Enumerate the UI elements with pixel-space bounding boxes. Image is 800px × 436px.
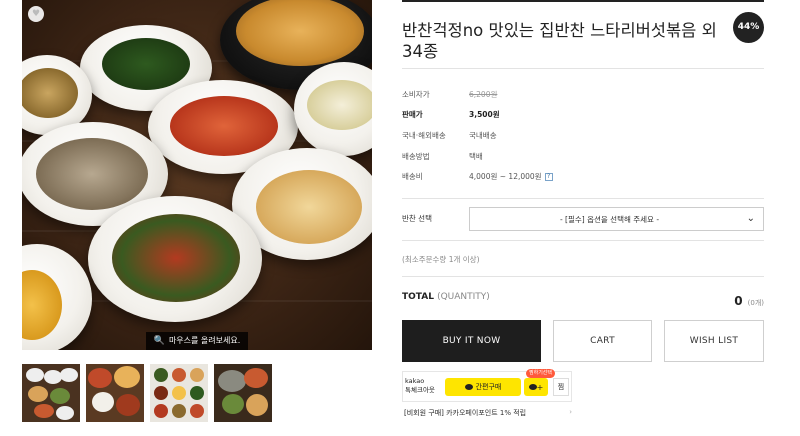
total-amount: 0 (0개): [680, 290, 764, 309]
option-select[interactable]: - [필수] 옵션을 선택해 주세요 - ⌄: [469, 207, 764, 231]
thumbnail-4[interactable]: [214, 364, 272, 422]
option-select-value: - [필수] 옵션을 선택해 주세요 -: [559, 214, 660, 224]
shipping-fee-value: 4,000원 ~ 12,000원: [469, 172, 542, 181]
divider: [402, 276, 764, 277]
shipping-fee: 4,000원 ~ 12,000원?: [469, 171, 553, 182]
top-divider: [402, 0, 764, 2]
zoom-hint: 🔍 마우스를 올려보세요.: [146, 332, 248, 350]
thumbnail-strip: [22, 364, 272, 422]
sale-price: 3,500원: [469, 110, 500, 119]
member-promo-prefix: [비회원 구매]: [404, 409, 444, 417]
kakao-wish-plus: +: [536, 382, 544, 392]
min-order-note: (최소주문수량 1개 이상): [402, 255, 480, 264]
wish-list-button[interactable]: WISH LIST: [664, 320, 764, 362]
divider: [402, 198, 764, 199]
total-value: 0: [734, 294, 743, 308]
kakao-wish-button[interactable]: +: [524, 378, 548, 396]
chat-bubble-icon: [464, 384, 473, 390]
divider: [402, 68, 764, 69]
spec-label: 배송비: [402, 172, 423, 181]
chevron-down-icon: ⌄: [746, 213, 755, 224]
kakao-pay-label: 간편구매: [475, 383, 502, 391]
chevron-right-icon: ›: [569, 408, 572, 416]
consumer-price: 6,200원: [469, 90, 498, 99]
thumbnail-1[interactable]: [22, 364, 80, 422]
thumbnail-2[interactable]: [86, 364, 144, 422]
spec-label: 배송방법: [402, 152, 430, 161]
option-label: 반찬 선택: [402, 214, 432, 223]
magnifier-icon: 🔍: [153, 336, 165, 346]
zoom-hint-text: 마우스를 올려보세요.: [168, 336, 241, 345]
spec-label: 판매가: [402, 110, 423, 119]
divider: [402, 240, 764, 241]
total-count: (0개): [747, 299, 764, 307]
kakao-brand-name: kakao: [405, 377, 425, 385]
thumbnail-3[interactable]: [150, 364, 208, 422]
member-promo[interactable]: [비회원 구매] 카카오페이포인트 1% 적립 ›: [404, 408, 572, 418]
total-label: TOTAL (QUANTITY): [402, 292, 490, 302]
buy-now-button[interactable]: BUY IT NOW: [402, 320, 541, 362]
kakao-checkout: kakao 톡체크아웃 간편구매 찜하기선택 + 찜: [402, 369, 572, 402]
kakao-wish-tag: 찜하기선택: [526, 369, 556, 378]
product-title: 반찬걱정no 맛있는 집반찬 느타리버섯볶음 외 34종: [402, 21, 717, 61]
chat-bubble-icon: [528, 384, 537, 390]
spec-label: 국내·해외배송: [402, 131, 446, 140]
spec-label: 소비자가: [402, 90, 430, 99]
total-label-text: TOTAL: [402, 292, 434, 302]
product-main-image[interactable]: ♥ 🔍 마우스를 올려보세요.: [22, 0, 372, 350]
kakao-pay-button[interactable]: 간편구매: [445, 378, 521, 396]
total-qty-label: (QUANTITY): [437, 292, 490, 302]
shipping-region: 국내배송: [469, 131, 497, 140]
member-promo-text: 카카오페이포인트 1% 적립: [443, 409, 527, 417]
kakao-brand-sub: 톡체크아웃: [405, 386, 435, 394]
cart-button[interactable]: CART: [553, 320, 652, 362]
discount-badge: 44%: [733, 12, 764, 43]
help-icon[interactable]: ?: [544, 173, 553, 181]
kakao-zzim-button[interactable]: 찜: [553, 378, 569, 396]
kakao-brand: kakao 톡체크아웃: [405, 377, 435, 395]
shipping-method: 택배: [469, 152, 483, 161]
heart-icon[interactable]: ♥: [28, 6, 44, 22]
